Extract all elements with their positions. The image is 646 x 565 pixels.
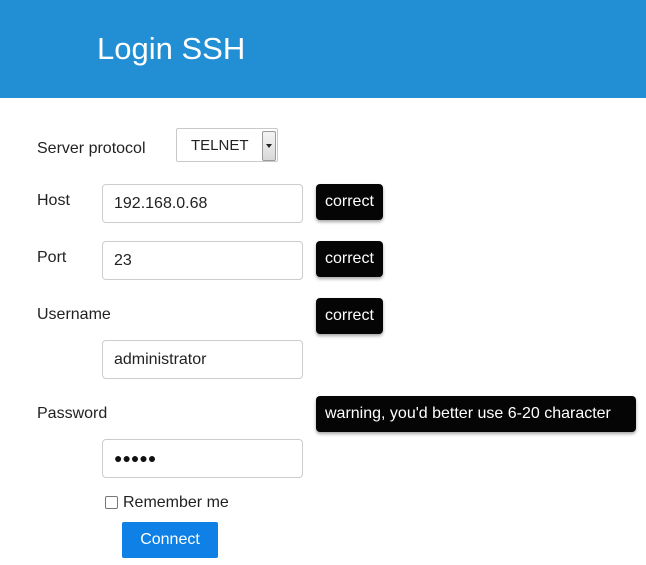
password-input[interactable]: ●●●●● [102, 439, 303, 478]
username-input[interactable]: administrator [102, 340, 303, 379]
chevron-down-icon[interactable] [262, 131, 276, 161]
remember-me-label[interactable]: Remember me [123, 493, 229, 513]
username-validation-tooltip: correct [316, 298, 383, 334]
server-protocol-label: Server protocol [37, 140, 146, 157]
password-label: Password [37, 405, 108, 422]
host-label: Host [37, 192, 70, 209]
header-bar: Login SSH [0, 0, 646, 98]
port-input[interactable]: 23 [102, 241, 303, 280]
port-label: Port [37, 249, 67, 266]
server-protocol-select[interactable]: TELNET [176, 128, 278, 162]
password-validation-tooltip: warning, you'd better use 6-20 character [316, 396, 636, 432]
password-masked-value: ●●●●● [114, 450, 157, 466]
page-title: Login SSH [97, 31, 246, 66]
port-validation-tooltip: correct [316, 241, 383, 277]
connect-button[interactable]: Connect [122, 522, 218, 558]
remember-me-checkbox[interactable] [105, 496, 118, 509]
host-validation-tooltip: correct [316, 184, 383, 220]
host-input[interactable]: 192.168.0.68 [102, 184, 303, 223]
server-protocol-selected-value: TELNET [191, 137, 249, 154]
username-label: Username [37, 306, 111, 323]
